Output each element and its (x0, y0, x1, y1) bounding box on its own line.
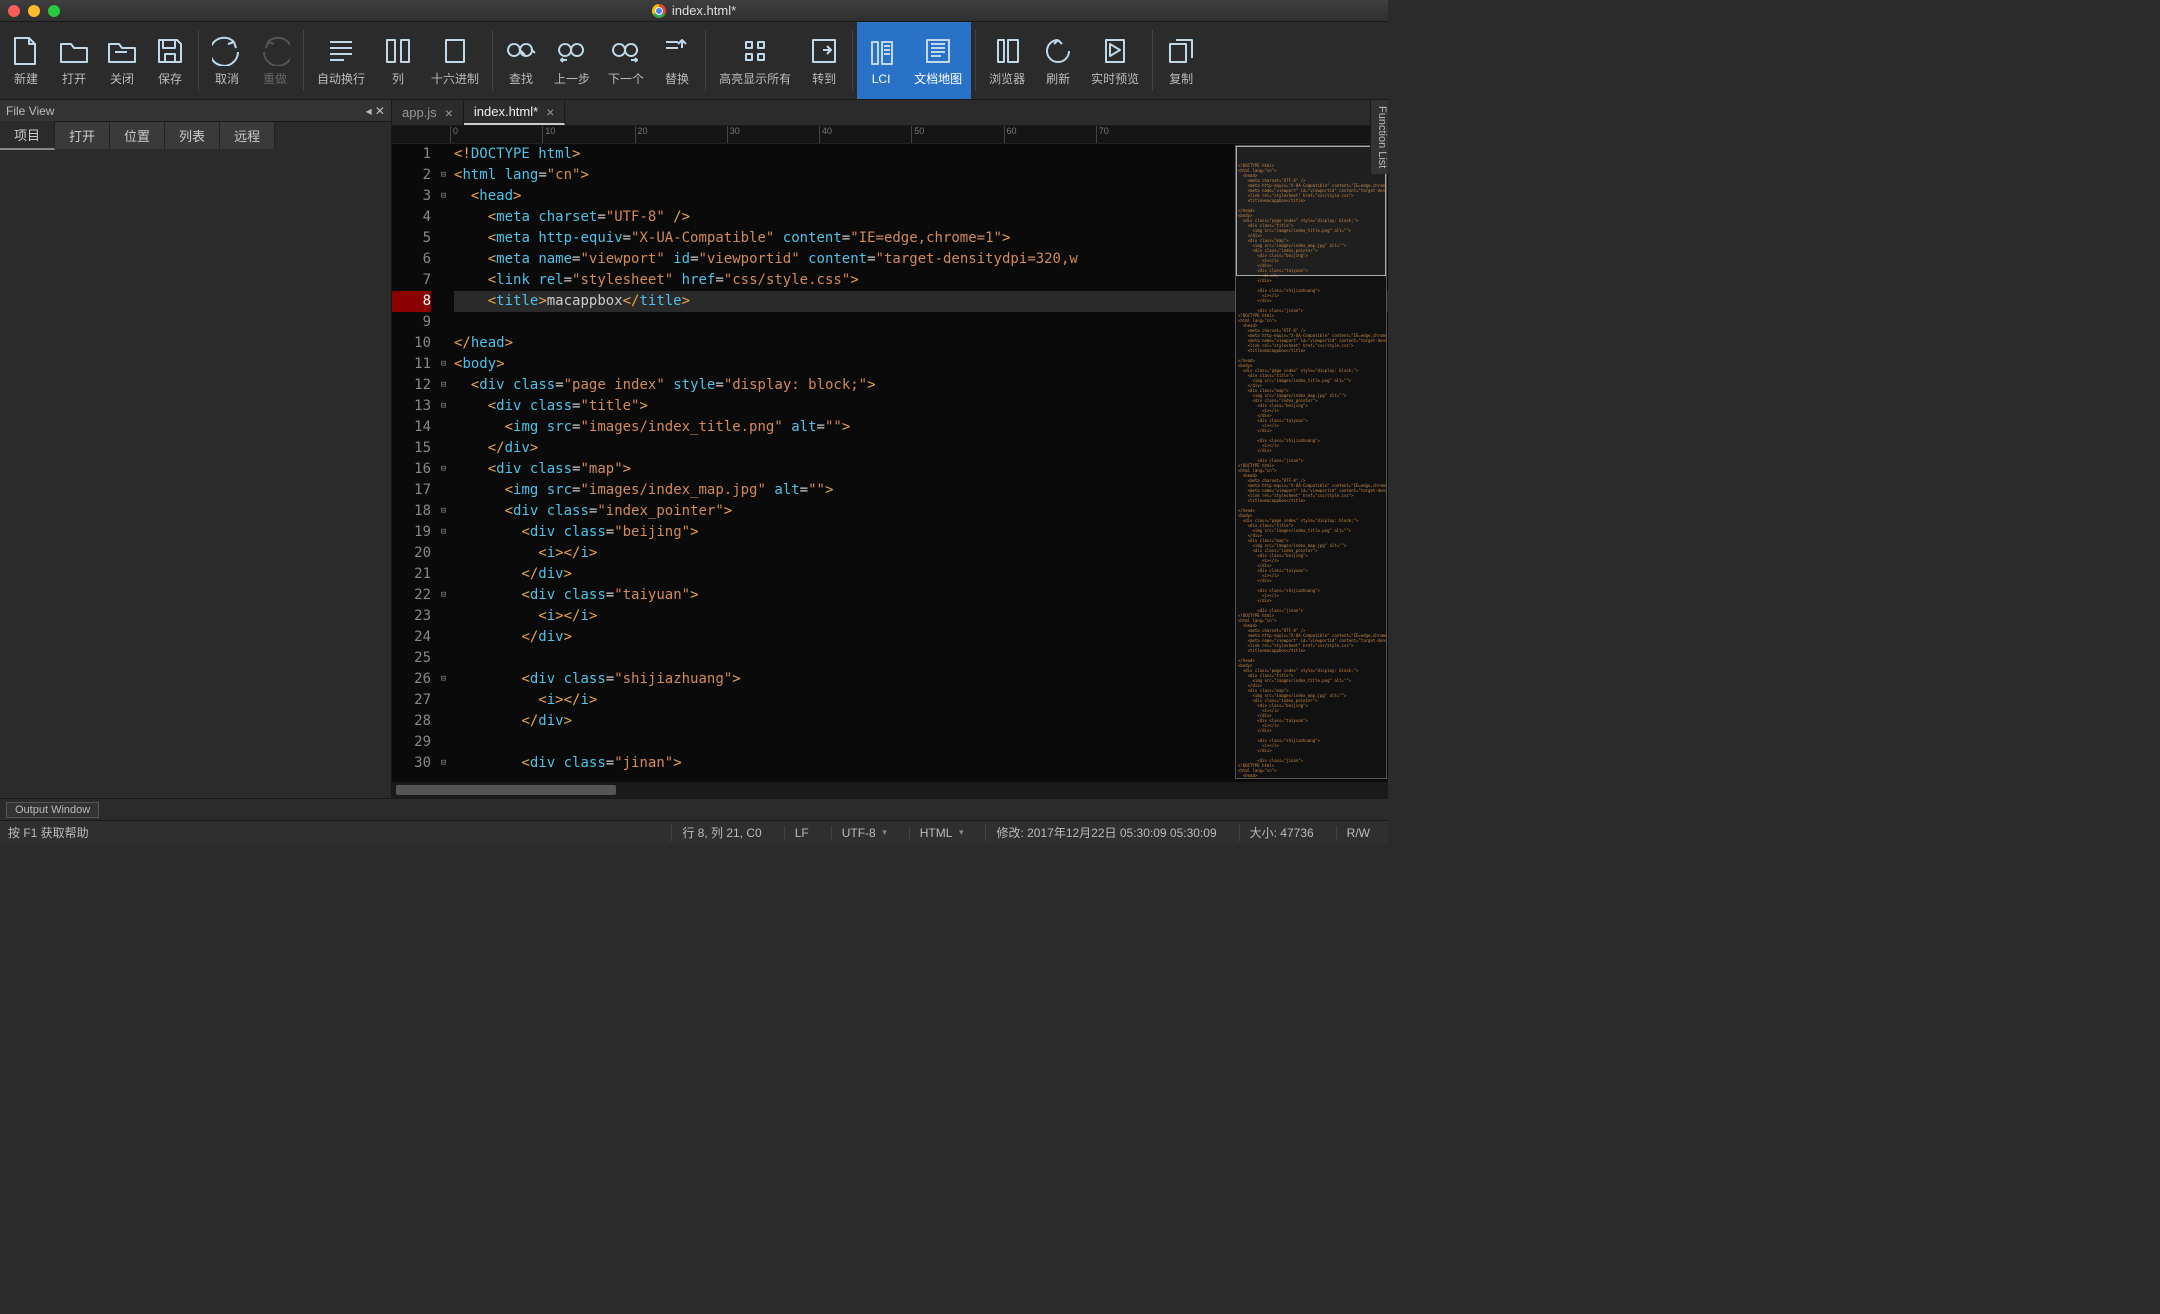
toolbar-open-button[interactable]: 打开 (50, 22, 98, 99)
ruler: 010203040506070 (392, 126, 1388, 144)
status-encoding[interactable]: UTF-8 ▾ (831, 826, 897, 840)
document-map[interactable]: <!DOCTYPE html> <html lang="cn"> <head> … (1235, 145, 1387, 779)
toolbar-refresh-button[interactable]: 刷新 (1034, 22, 1082, 99)
wrap-icon (326, 36, 356, 66)
code-editor[interactable]: 1234567891011121314151617181920212223242… (392, 144, 1388, 782)
save-icon (155, 36, 185, 66)
status-help: 按 F1 获取帮助 (8, 824, 288, 841)
toolbar-replace-button[interactable]: 替换 (653, 22, 701, 99)
window-title: index.html* (0, 3, 1388, 18)
editor-tab-0[interactable]: app.js× (392, 100, 464, 125)
open-icon (59, 36, 89, 66)
lci-icon (866, 38, 896, 68)
fileview-tab-3[interactable]: 列表 (165, 122, 220, 149)
function-list-tab[interactable]: Function List (1370, 100, 1388, 174)
highlight-icon (740, 36, 770, 66)
status-size: 大小: 47736 (1239, 824, 1324, 841)
copy-icon (1166, 36, 1196, 66)
toolbar-lci-button[interactable]: LCI (857, 22, 905, 99)
editor-tab-1[interactable]: index.html*× (464, 100, 566, 125)
toolbar-docmap-button[interactable]: 文档地图 (905, 22, 971, 99)
toolbar-wrap-button[interactable]: 自动换行 (308, 22, 374, 99)
redo-icon (260, 36, 290, 66)
toolbar-column-button[interactable]: 列 (374, 22, 422, 99)
fileview-tab-1[interactable]: 打开 (55, 122, 110, 149)
titlebar: index.html* (0, 0, 1388, 22)
livepreview-icon (1100, 36, 1130, 66)
output-window-bar: Output Window (0, 798, 1388, 820)
toolbar-prev-button[interactable]: 上一步 (545, 22, 599, 99)
editor-tabs: app.js×index.html*× (392, 100, 1388, 126)
toolbar-goto-button[interactable]: 转到 (800, 22, 848, 99)
close-icon[interactable]: × (546, 104, 554, 120)
file-view-header: File View ◂ ✕ (0, 100, 391, 122)
hex-icon (440, 36, 470, 66)
editor-pane: app.js×index.html*× 010203040506070 1234… (392, 100, 1388, 798)
horizontal-scrollbar[interactable] (392, 782, 1388, 798)
file-icon (652, 4, 666, 18)
toolbar-redo-button[interactable]: 重做 (251, 22, 299, 99)
panel-controls[interactable]: ◂ ✕ (366, 104, 385, 118)
toolbar-cancel-button[interactable]: 取消 (203, 22, 251, 99)
fileview-tab-0[interactable]: 项目 (0, 121, 55, 150)
toolbar-highlight-button[interactable]: 高亮显示所有 (710, 22, 800, 99)
prev-icon (557, 36, 587, 66)
toolbar-new-button[interactable]: 新建 (2, 22, 50, 99)
toolbar-copy-button[interactable]: 复制 (1157, 22, 1205, 99)
find-icon (506, 36, 536, 66)
docmap-icon (923, 36, 953, 66)
toolbar-find-button[interactable]: 查找 (497, 22, 545, 99)
replace-icon (662, 36, 692, 66)
status-rw: R/W (1336, 826, 1380, 840)
toolbar-save-button[interactable]: 保存 (146, 22, 194, 99)
close-icon (107, 36, 137, 66)
status-language[interactable]: HTML ▾ (909, 826, 974, 840)
close-icon[interactable]: × (445, 105, 453, 121)
cancel-icon (212, 36, 242, 66)
file-view-panel: File View ◂ ✕ 项目打开位置列表远程 (0, 100, 392, 798)
refresh-icon (1043, 36, 1073, 66)
status-eol[interactable]: LF (784, 826, 819, 840)
next-icon (611, 36, 641, 66)
toolbar-livepreview-button[interactable]: 实时预览 (1082, 22, 1148, 99)
main-toolbar: 新建打开关闭保存取消重做自动换行列十六进制查找上一步下一个替换高亮显示所有转到L… (0, 22, 1388, 100)
output-window-tab[interactable]: Output Window (6, 802, 99, 818)
status-modified: 修改: 2017年12月22日 05:30:09 05:30:09 (985, 824, 1226, 841)
new-icon (11, 36, 41, 66)
browser-icon (992, 36, 1022, 66)
toolbar-hex-button[interactable]: 十六进制 (422, 22, 488, 99)
toolbar-next-button[interactable]: 下一个 (599, 22, 653, 99)
fileview-tab-2[interactable]: 位置 (110, 122, 165, 149)
goto-icon (809, 36, 839, 66)
toolbar-browser-button[interactable]: 浏览器 (980, 22, 1034, 99)
status-bar: 按 F1 获取帮助 行 8, 列 21, C0 LF UTF-8 ▾ HTML … (0, 820, 1388, 844)
column-icon (383, 36, 413, 66)
file-view-tabs: 项目打开位置列表远程 (0, 122, 391, 148)
fileview-tab-4[interactable]: 远程 (220, 122, 275, 149)
toolbar-close-button[interactable]: 关闭 (98, 22, 146, 99)
status-position: 行 8, 列 21, C0 (671, 824, 771, 841)
